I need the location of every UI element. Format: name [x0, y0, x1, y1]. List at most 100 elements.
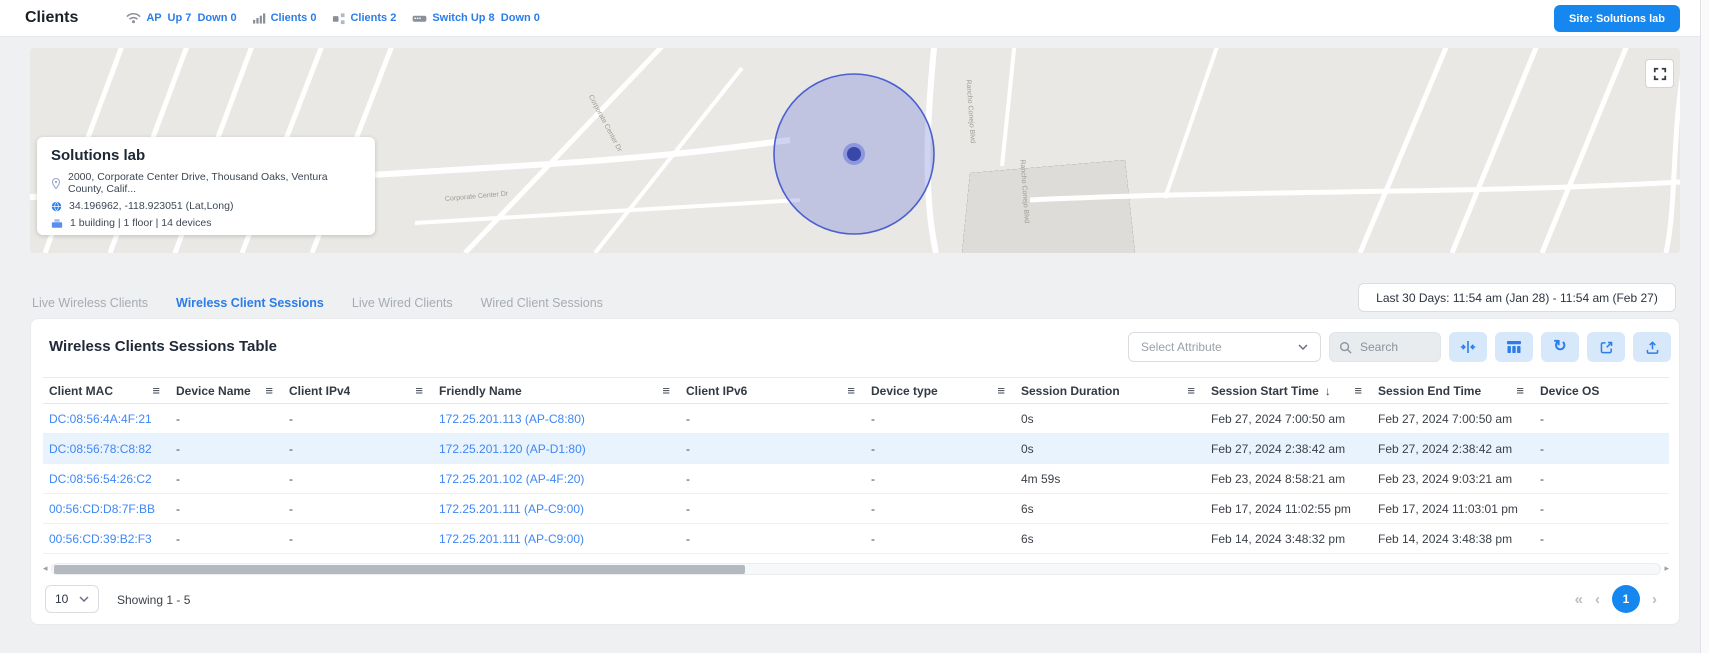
scroll-right-icon[interactable]: ▸	[1661, 563, 1669, 574]
info-line-text: 1 building | 1 floor | 14 devices	[70, 217, 211, 229]
table-row[interactable]: 00:56:CD:D8:7F:BB -- 172.25.201.111 (AP-C9…	[43, 494, 1669, 524]
cell-client-ipv4: -	[283, 524, 433, 554]
select-attribute-placeholder: Select Attribute	[1141, 340, 1222, 354]
cell-link[interactable]: DC:08:56:54:26:C2	[49, 472, 152, 486]
cell-device-name: -	[170, 464, 283, 494]
manage-columns-button[interactable]	[1495, 332, 1533, 362]
cell-link[interactable]: DC:08:56:4A:4F:21	[49, 412, 152, 426]
table-row[interactable]: DC:08:56:4A:4F:21--172.25.201.113 (AP-C8…	[43, 404, 1669, 434]
cell-session-start-time: Feb 17, 2024 11:02:55 pm	[1205, 494, 1372, 524]
col-header-session-start-time[interactable]: Session Start Time ↓ ≡	[1205, 378, 1372, 404]
next-page-button[interactable]: ›	[1652, 592, 1657, 607]
col-header-device-type[interactable]: Device type≡	[865, 378, 1015, 404]
tab-wired-client-sessions[interactable]: Wired Client Sessions	[479, 294, 605, 321]
top-bar: Clients AP Up 7 Down 0Clients 0Clients 2…	[0, 0, 1709, 37]
current-page-button[interactable]: 1	[1612, 585, 1640, 613]
signal-bars-icon	[253, 12, 266, 24]
location-pin-icon	[51, 177, 61, 190]
column-label: Device OS	[1540, 384, 1599, 398]
col-header-device-os[interactable]: Device OS	[1534, 378, 1669, 404]
site-info-card: Solutions lab 2000, Corporate Center Dri…	[37, 137, 375, 235]
cell-link[interactable]: 00:56:CD:39:B2:F3	[49, 532, 152, 546]
cell-link[interactable]: 172.25.201.111 (AP-C9:00)	[439, 502, 584, 516]
date-range-label: Last 30 Days: 11:54 am (Jan 28) - 11:54 …	[1376, 291, 1658, 305]
tab-wireless-client-sessions[interactable]: Wireless Client Sessions	[174, 294, 326, 321]
refresh-button[interactable]: ↻	[1541, 332, 1579, 362]
page-size-value: 10	[55, 592, 68, 606]
col-header-client-mac[interactable]: Client MAC ≡	[43, 378, 170, 404]
sort-desc-icon[interactable]: ↓	[1325, 384, 1331, 398]
page-size-selector[interactable]: 10	[45, 585, 99, 613]
col-header-session-end-time[interactable]: Session End Time≡	[1372, 378, 1534, 404]
sessions-table: Client MAC≡Device Name≡Client IPv4≡Frien…	[43, 377, 1669, 554]
switch-icon	[412, 13, 427, 24]
table-row[interactable]: DC:08:56:78:C8:82 - - 172.25.201.120 (AP-D1…	[43, 434, 1669, 464]
page-scrollbar[interactable]	[1700, 0, 1709, 653]
date-range-selector[interactable]: Last 30 Days: 11:54 am (Jan 28) - 11:54 …	[1358, 283, 1676, 312]
status-switch: Switch Up 8 Down 0	[412, 12, 540, 24]
cell-session-end-time: Feb 17, 2024 11:03:01 pm	[1372, 494, 1534, 524]
cell-friendly-name: 172.25.201.111 (AP-C9:00)	[433, 524, 680, 554]
scrollbar-track[interactable]	[51, 563, 1661, 575]
column-menu-icon[interactable]: ≡	[1354, 383, 1372, 398]
cell-link[interactable]: 172.25.201.102 (AP-4F:20)	[439, 472, 584, 486]
status-text: Clients 0	[271, 12, 317, 24]
table-row[interactable]: 00:56:CD:39:B2:F3--172.25.201.111 (AP-C9…	[43, 524, 1669, 554]
cell-client-ipv6: -	[680, 494, 865, 524]
cell-link[interactable]: 172.25.201.120 (AP-D1:80)	[439, 442, 586, 456]
first-page-button[interactable]: «	[1575, 592, 1583, 607]
search-box	[1329, 332, 1441, 362]
col-header-client-ipv4[interactable]: Client IPv4≡	[283, 378, 433, 404]
map-fullscreen-button[interactable]	[1645, 59, 1674, 88]
column-menu-icon[interactable]: ≡	[847, 383, 865, 398]
cell-session-duration: 0s	[1015, 434, 1205, 464]
column-label: Client IPv6	[686, 384, 747, 398]
col-header-client-ipv6[interactable]: Client IPv6 ≡	[680, 378, 865, 404]
cell-device-os: -	[1534, 524, 1669, 554]
column-label: Session Start Time	[1211, 384, 1319, 398]
cell-link[interactable]: 00:56:CD:D8:7F:BB	[49, 502, 155, 516]
column-menu-icon[interactable]: ≡	[662, 383, 680, 398]
fit-columns-button[interactable]	[1449, 332, 1487, 362]
cell-device-os: -	[1534, 434, 1669, 464]
search-input[interactable]	[1358, 339, 1428, 355]
column-menu-icon[interactable]: ≡	[265, 383, 283, 398]
upload-button[interactable]	[1633, 332, 1671, 362]
column-menu-icon[interactable]: ≡	[1516, 383, 1534, 398]
info-line-text: 34.196962, -118.923051 (Lat,Long)	[69, 200, 233, 212]
cell-device-type: -	[865, 464, 1015, 494]
cell-client-ipv6: -	[680, 524, 865, 554]
cell-link[interactable]: 172.25.201.111 (AP-C9:00)	[439, 532, 584, 546]
column-menu-icon[interactable]: ≡	[152, 383, 170, 398]
site-name: Solutions lab	[51, 147, 361, 164]
col-header-session-duration[interactable]: Session Duration≡	[1015, 378, 1205, 404]
cell-client-ipv6: -	[680, 434, 865, 464]
export-button[interactable]	[1587, 332, 1625, 362]
column-menu-icon[interactable]: ≡	[1187, 383, 1205, 398]
select-attribute-dropdown[interactable]: Select Attribute	[1128, 332, 1321, 362]
tab-live-wireless-clients[interactable]: Live Wireless Clients	[30, 294, 150, 321]
prev-page-button[interactable]: ‹	[1595, 592, 1600, 607]
tab-live-wired-clients[interactable]: Live Wired Clients	[350, 294, 455, 321]
col-header-friendly-name[interactable]: Friendly Name ≡	[433, 378, 680, 404]
table-row[interactable]: DC:08:56:54:26:C2 - - 172.25.201.102 (AP-4F…	[43, 464, 1669, 494]
cell-device-type: -	[865, 494, 1015, 524]
column-label: Client MAC	[49, 384, 113, 398]
scrollbar-thumb[interactable]	[54, 565, 745, 574]
cell-link[interactable]: DC:08:56:78:C8:82	[49, 442, 152, 456]
col-header-device-name[interactable]: Device Name≡	[170, 378, 283, 404]
cell-session-start-time: Feb 27, 2024 2:38:42 am	[1205, 434, 1372, 464]
info-line-text: 2000, Corporate Center Drive, Thousand O…	[68, 171, 361, 195]
cell-session-end-time: Feb 27, 2024 7:00:50 am	[1372, 404, 1534, 434]
scroll-left-icon[interactable]: ◂	[43, 563, 51, 574]
status-text: Switch Up 8 Down 0	[432, 12, 540, 24]
site-selector-button[interactable]: Site: Solutions lab	[1554, 5, 1680, 32]
fit-columns-icon	[1460, 340, 1476, 354]
horizontal-scrollbar: ◂ ▸	[43, 562, 1669, 575]
column-menu-icon[interactable]: ≡	[415, 383, 433, 398]
column-label: Friendly Name	[439, 384, 522, 398]
cell-link[interactable]: 172.25.201.113 (AP-C8:80)	[439, 412, 585, 426]
site-map[interactable]: Corporate Center DrCorporate Center DrCo…	[30, 48, 1680, 253]
column-menu-icon[interactable]: ≡	[997, 383, 1015, 398]
topology-icon	[332, 12, 345, 25]
